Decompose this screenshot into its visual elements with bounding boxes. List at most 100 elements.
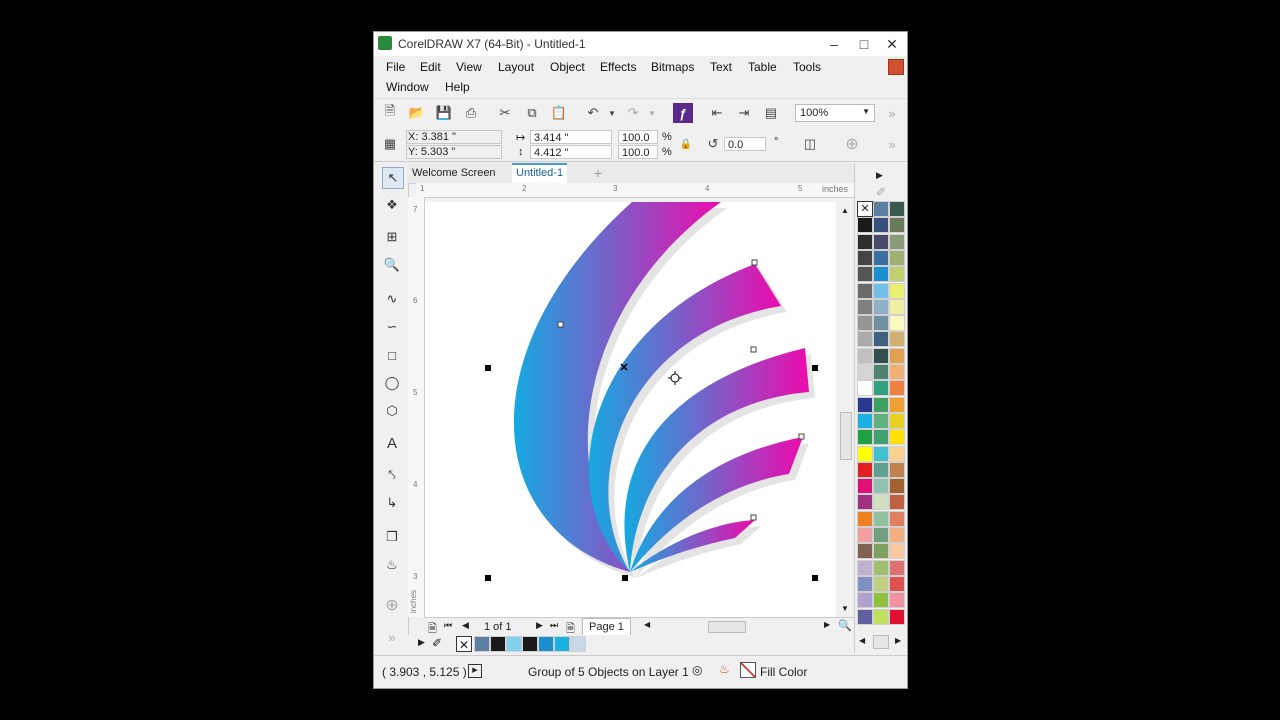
width-field[interactable]: 3.414 " xyxy=(530,130,612,144)
add-preset-icon[interactable]: ⊕ xyxy=(842,134,862,154)
y-position-field[interactable] xyxy=(406,145,502,159)
color-swatch[interactable] xyxy=(857,331,873,348)
palette-scroll-left-icon[interactable]: ◀ xyxy=(859,636,865,645)
print-icon[interactable]: ⎙ xyxy=(461,103,481,123)
color-swatch[interactable] xyxy=(889,461,905,478)
save-icon[interactable]: 💾 xyxy=(434,103,454,123)
zoom-navigator-icon[interactable]: 🔍 xyxy=(838,619,852,632)
color-swatch[interactable] xyxy=(873,461,889,478)
color-swatch[interactable] xyxy=(857,233,873,250)
color-swatch[interactable] xyxy=(873,249,889,266)
scroll-up-icon[interactable]: ▲ xyxy=(841,206,849,215)
color-swatch[interactable] xyxy=(889,445,905,462)
horizontal-ruler[interactable]: 1 2 3 4 5 inches xyxy=(416,183,854,198)
open-icon[interactable]: 📂 xyxy=(407,103,427,123)
color-swatch[interactable] xyxy=(857,412,873,429)
color-swatch[interactable] xyxy=(873,347,889,364)
color-swatch[interactable] xyxy=(857,347,873,364)
color-swatch[interactable] xyxy=(889,347,905,364)
color-swatch[interactable] xyxy=(889,315,905,332)
color-swatch[interactable] xyxy=(857,396,873,413)
menu-text[interactable]: Text xyxy=(710,60,732,74)
palette-scroll-thumb[interactable] xyxy=(873,635,889,649)
color-swatch[interactable] xyxy=(873,298,889,315)
ellipse-tool-icon[interactable]: ◯ xyxy=(382,373,402,393)
color-swatch[interactable] xyxy=(889,282,905,299)
publish-pdf-icon[interactable]: ▤ xyxy=(761,103,781,123)
color-swatch[interactable] xyxy=(857,575,873,592)
status-expand-icon[interactable]: ▶ xyxy=(468,664,482,678)
doc-color-swatch[interactable] xyxy=(570,636,586,652)
color-swatch[interactable] xyxy=(857,608,873,625)
color-swatch[interactable] xyxy=(857,429,873,446)
color-swatch[interactable] xyxy=(857,527,873,543)
doc-color-swatch[interactable] xyxy=(490,636,506,652)
color-swatch[interactable] xyxy=(873,478,889,495)
doc-color-swatch[interactable] xyxy=(522,636,538,652)
height-field[interactable]: 4.412 " xyxy=(530,145,612,159)
color-swatch[interactable] xyxy=(873,559,889,576)
search-content-icon[interactable]: ƒ xyxy=(673,103,693,123)
hscroll-left-icon[interactable]: ◀ xyxy=(644,620,650,629)
hscroll-thumb[interactable] xyxy=(708,621,746,633)
color-swatch[interactable] xyxy=(889,233,905,250)
copy-icon[interactable]: ⧉ xyxy=(522,103,542,123)
doc-color-swatch[interactable] xyxy=(474,636,490,652)
color-swatch[interactable] xyxy=(889,608,905,625)
color-swatch[interactable] xyxy=(873,233,889,250)
first-page-icon[interactable]: ⏮ xyxy=(444,620,452,631)
color-swatch[interactable] xyxy=(873,445,889,462)
menu-tools[interactable]: Tools xyxy=(793,60,821,74)
toolbar-overflow-icon[interactable]: » xyxy=(882,103,902,123)
lock-ratio-icon[interactable]: 🔒 xyxy=(676,134,696,154)
color-swatch[interactable] xyxy=(857,298,873,315)
color-swatch[interactable] xyxy=(873,527,889,543)
color-swatch[interactable] xyxy=(857,478,873,495)
color-swatch[interactable] xyxy=(889,429,905,446)
next-page-icon[interactable]: ▶ xyxy=(536,620,543,631)
no-fill-swatch[interactable]: ✕ xyxy=(857,201,873,217)
export-icon[interactable]: ⇥ xyxy=(734,103,754,123)
undo-icon[interactable]: ↶ xyxy=(583,103,603,123)
color-swatch[interactable] xyxy=(873,510,889,527)
import-icon[interactable]: ⇤ xyxy=(707,103,727,123)
menu-table[interactable]: Table xyxy=(748,60,777,74)
color-swatch[interactable] xyxy=(873,592,889,609)
menu-file[interactable]: File xyxy=(386,60,405,74)
doc-color-swatch[interactable] xyxy=(506,636,522,652)
target-icon[interactable]: ◎ xyxy=(692,663,702,677)
no-fill-swatch[interactable]: ✕ xyxy=(456,636,472,652)
color-swatch[interactable] xyxy=(873,429,889,446)
color-swatch[interactable] xyxy=(857,380,873,397)
color-swatch[interactable] xyxy=(889,249,905,266)
rotation-field[interactable]: 0.0 xyxy=(724,137,766,151)
menu-bitmaps[interactable]: Bitmaps xyxy=(651,60,694,74)
color-swatch[interactable] xyxy=(857,494,873,511)
freehand-tool-icon[interactable]: ∿ xyxy=(382,289,402,309)
menu-window[interactable]: Window xyxy=(386,80,429,94)
redo-icon[interactable]: ↷ xyxy=(623,103,643,123)
scale-width-field[interactable]: 100.0 xyxy=(618,130,658,144)
color-swatch[interactable] xyxy=(889,380,905,397)
paste-icon[interactable]: 📋 xyxy=(549,103,569,123)
color-swatch[interactable] xyxy=(857,249,873,266)
eyedropper-icon[interactable]: ✐ xyxy=(432,636,442,650)
artistic-media-icon[interactable]: ∽ xyxy=(382,317,402,337)
color-swatch[interactable] xyxy=(857,543,873,560)
color-swatch[interactable] xyxy=(873,412,889,429)
shape-tool-icon[interactable]: ❖ xyxy=(382,195,402,215)
color-swatch[interactable] xyxy=(857,315,873,332)
color-swatch[interactable] xyxy=(857,510,873,527)
add-tab-button[interactable]: + xyxy=(590,165,606,181)
rotation-icon[interactable]: ↺ xyxy=(703,134,723,154)
doc-color-swatch[interactable] xyxy=(554,636,570,652)
color-swatch[interactable] xyxy=(873,282,889,299)
crop-tool-icon[interactable]: ⊞ xyxy=(382,227,402,247)
color-swatch[interactable] xyxy=(889,266,905,283)
color-swatch[interactable] xyxy=(889,478,905,495)
menu-edit[interactable]: Edit xyxy=(420,60,441,74)
color-swatch[interactable] xyxy=(889,494,905,511)
color-swatch[interactable] xyxy=(857,364,873,380)
color-swatch[interactable] xyxy=(889,364,905,380)
color-swatch[interactable] xyxy=(873,315,889,332)
